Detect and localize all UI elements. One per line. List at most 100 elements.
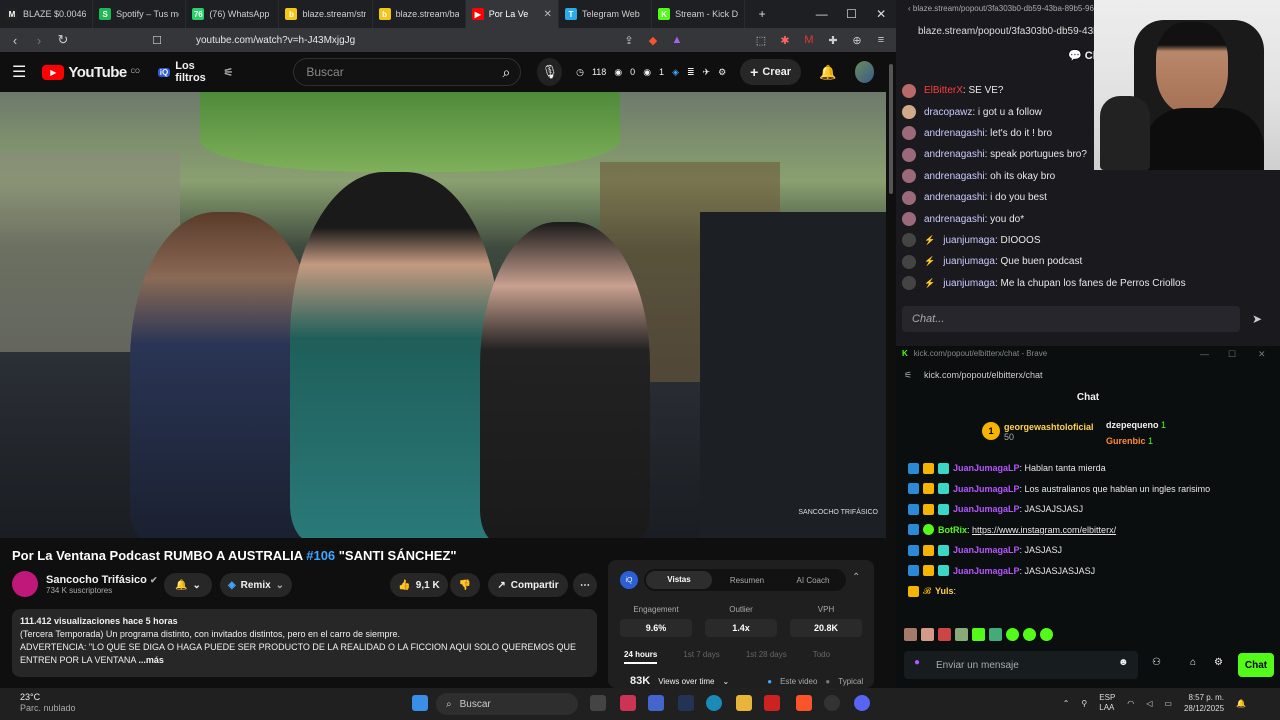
extension-icon[interactable]: ⬚ xyxy=(754,34,768,47)
tab-vistas[interactable]: Vistas xyxy=(646,571,712,589)
chat-username[interactable]: JuanJumagaLP xyxy=(953,484,1020,494)
notifications-button[interactable]: 🔔 ⌄ xyxy=(164,573,212,597)
chat-send-button[interactable]: Chat xyxy=(1238,653,1274,677)
notification-icon[interactable]: 🔔 xyxy=(1236,699,1246,708)
maximize-icon[interactable]: ☐ xyxy=(837,7,867,21)
emote-icon[interactable] xyxy=(1006,628,1019,641)
search-input[interactable]: Buscar ⌕ xyxy=(293,58,522,86)
settings-icon[interactable]: ⚙ xyxy=(718,67,726,78)
file-explorer-icon[interactable] xyxy=(736,695,752,711)
menu-icon[interactable]: ≡ xyxy=(874,34,888,46)
usb-icon[interactable]: ⚲ xyxy=(1081,699,1087,708)
clock[interactable]: 8:57 p. m. 28/12/2025 xyxy=(1184,692,1224,714)
youtube-logo[interactable]: ▶ YouTube CO xyxy=(42,64,140,81)
channel-avatar[interactable] xyxy=(12,571,38,597)
chat-username[interactable]: andrenagashi xyxy=(924,192,985,203)
chat-username[interactable]: andrenagashi xyxy=(924,149,985,160)
top-gifter-name[interactable]: georgewashtoloficial xyxy=(1004,422,1094,432)
store-icon[interactable]: ⌂ xyxy=(1190,657,1196,668)
edge-icon[interactable] xyxy=(706,695,722,711)
close-window-icon[interactable]: ✕ xyxy=(866,7,896,21)
settings-icon[interactable]: ⚙ xyxy=(1214,657,1223,668)
tab-todo[interactable]: Todo xyxy=(813,650,830,664)
more-actions-button[interactable]: ⋯ xyxy=(573,573,597,597)
app-icon[interactable] xyxy=(824,695,840,711)
tune-icon[interactable]: ⚟ xyxy=(904,370,912,381)
language-indicator[interactable]: ESP LAA xyxy=(1099,693,1115,713)
scrollbar[interactable] xyxy=(889,64,893,194)
tab-28-days[interactable]: 1st 28 days xyxy=(746,650,787,664)
browser-tab[interactable]: b blaze.stream/stre xyxy=(279,0,373,28)
copilot-icon[interactable] xyxy=(648,695,664,711)
message-input[interactable]: Enviar un mensaje xyxy=(904,651,1138,679)
tab-7-days[interactable]: 1st 7 days xyxy=(683,650,719,664)
close-tab-icon[interactable]: ✕ xyxy=(544,9,552,20)
browser-tab[interactable]: M BLAZE $0.004610 xyxy=(0,0,94,28)
chat-link[interactable]: https://www.instagram.com/elbitterx/ xyxy=(972,525,1116,535)
hamburger-icon[interactable]: ☰ xyxy=(12,62,26,82)
gifter-name[interactable]: Gurenbic xyxy=(1106,436,1146,446)
gift-icon[interactable]: ⚇ xyxy=(1152,657,1161,668)
puzzle-icon[interactable]: ✚ xyxy=(826,34,840,47)
chat-username[interactable]: juanjumaga xyxy=(943,235,995,246)
video-player[interactable]: SANCOCHO TRIFÁSICO xyxy=(0,92,886,538)
maximize-icon[interactable]: ☐ xyxy=(1228,349,1236,360)
chat-input[interactable]: Chat... xyxy=(902,306,1240,332)
windows-start-icon[interactable] xyxy=(412,695,428,711)
chat-username[interactable]: JuanJumagaLP xyxy=(953,545,1020,555)
iq-icon[interactable]: ◈ xyxy=(672,67,679,78)
bookmark-icon[interactable]: ☐ xyxy=(150,34,164,47)
store-icon[interactable] xyxy=(678,695,694,711)
tab-resumen[interactable]: Resumen xyxy=(714,576,780,585)
chat-username[interactable]: andrenagashi xyxy=(924,214,985,225)
weather-widget[interactable]: 23°C Parc. nublado xyxy=(20,692,76,714)
video-description[interactable]: 111.412 visualizaciones hace 5 horas (Te… xyxy=(12,609,597,677)
avatar[interactable] xyxy=(854,61,874,83)
brave-shield-icon[interactable]: ◆ xyxy=(646,34,660,47)
send-icon[interactable]: ➤ xyxy=(1252,312,1262,326)
browser-tab[interactable]: ▶ Por La Ve ✕ xyxy=(465,0,559,28)
emote-icon[interactable] xyxy=(1040,628,1053,641)
browser-tab[interactable]: T Telegram Web xyxy=(559,0,653,28)
chat-username[interactable]: andrenagashi xyxy=(924,128,985,139)
emote-icon[interactable] xyxy=(989,628,1002,641)
chat-username[interactable]: Yuls xyxy=(935,586,954,596)
browser-tab[interactable]: 76 (76) WhatsApp xyxy=(186,0,280,28)
filters-button[interactable]: iQ Los filtros ⚟ xyxy=(157,60,233,84)
emote-icon[interactable] xyxy=(972,628,985,641)
extension-icon[interactable]: ⊕ xyxy=(850,34,864,47)
emote-icon[interactable] xyxy=(1023,628,1036,641)
share-button[interactable]: ↗ Compartir xyxy=(488,573,568,597)
minimize-icon[interactable]: — xyxy=(807,7,837,21)
forward-icon[interactable]: › xyxy=(32,33,46,48)
snipping-tool-icon[interactable] xyxy=(620,695,636,711)
chat-username[interactable]: andrenagashi xyxy=(924,171,985,182)
wifi-icon[interactable]: ◠ xyxy=(1127,699,1134,708)
extension-icon[interactable]: M xyxy=(802,34,816,46)
chat-username[interactable]: JuanJumagaLP xyxy=(953,504,1020,514)
minimize-icon[interactable]: — xyxy=(1200,349,1209,359)
task-view-icon[interactable] xyxy=(590,695,606,711)
bell-icon[interactable]: 🔔 xyxy=(819,64,836,81)
remix-button[interactable]: ◈ Remix ⌄ xyxy=(220,573,292,597)
extension-icon[interactable]: ✱ xyxy=(778,34,792,47)
tab-ai-coach[interactable]: AI Coach xyxy=(780,576,846,585)
chevron-up-icon[interactable]: ⌃ xyxy=(852,572,860,583)
reload-icon[interactable]: ↻ xyxy=(56,32,70,48)
search-icon[interactable]: ⌕ xyxy=(503,64,511,81)
extension-stats[interactable]: ◷ 118 ◉ 0 ◉ 1 ◈ ≣ ✈ ⚙ xyxy=(576,67,726,78)
chevron-up-icon[interactable]: ⌃ xyxy=(1063,699,1070,708)
emote-icon[interactable] xyxy=(938,628,951,641)
discord-icon[interactable] xyxy=(854,695,870,711)
share-icon[interactable]: ⇪ xyxy=(622,34,636,47)
brave-rewards-icon[interactable]: ▲ xyxy=(670,34,684,46)
browser-tab[interactable]: S Spotify – Tus me xyxy=(93,0,187,28)
list-icon[interactable]: ≣ xyxy=(687,67,695,78)
close-icon[interactable]: ✕ xyxy=(1258,349,1266,360)
chat-username[interactable]: BotRix xyxy=(938,525,967,535)
emote-icon[interactable] xyxy=(904,628,917,641)
rocket-icon[interactable]: ✈ xyxy=(703,67,711,78)
tab-24-hours[interactable]: 24 hours xyxy=(624,650,658,664)
back-icon[interactable]: ‹ xyxy=(8,33,22,48)
microphone-icon[interactable]: ● xyxy=(914,657,920,668)
